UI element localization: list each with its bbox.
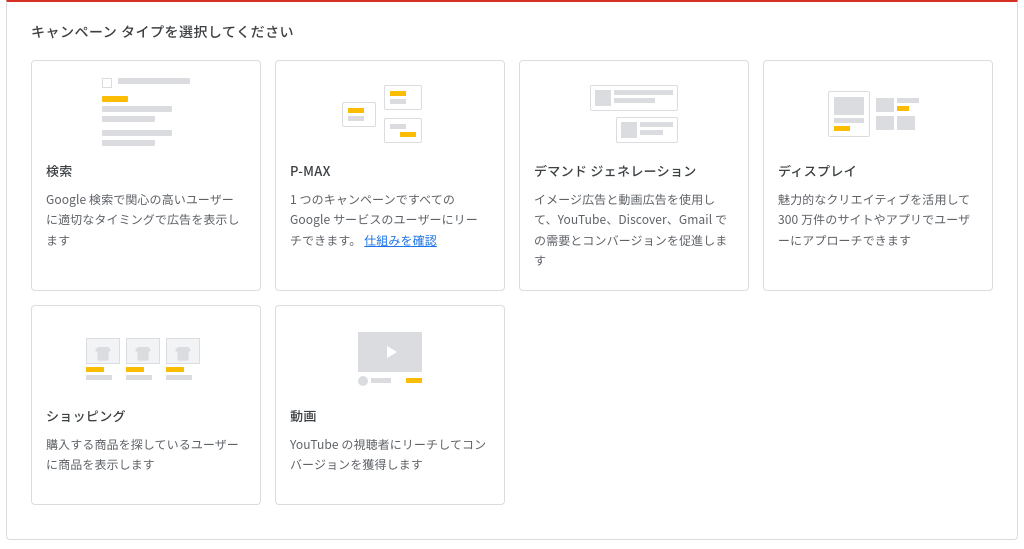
display-icon	[778, 75, 978, 153]
campaign-card-demand-gen[interactable]: デマンド ジェネレーション イメージ広告と動画広告を使用して、YouTube、D…	[519, 60, 749, 291]
card-title: ディスプレイ	[778, 161, 978, 180]
campaign-card-pmax[interactable]: P-MAX 1 つのキャンペーンですべての Google サービスのユーザーにリ…	[275, 60, 505, 291]
card-title: ショッピング	[46, 406, 246, 425]
card-title: 動画	[290, 406, 490, 425]
campaign-card-display[interactable]: ディスプレイ 魅力的なクリエイティブを活用して 300 万件のサイトやアプリでユ…	[763, 60, 993, 291]
card-desc: 1 つのキャンペーンですべての Google サービスのユーザーにリーチできます…	[290, 190, 490, 251]
card-desc: 魅力的なクリエイティブを活用して 300 万件のサイトやアプリでユーザーにアプロ…	[778, 190, 978, 251]
learn-more-link[interactable]: 仕組みを確認	[364, 232, 437, 249]
card-desc: イメージ広告と動画広告を使用して、YouTube、Discover、Gmail …	[534, 190, 734, 272]
shopping-icon	[46, 320, 246, 398]
cards-grid: 検索 Google 検索で関心の高いユーザーに適切なタイミングで広告を表示します…	[7, 60, 1017, 529]
campaign-type-panel: キャンペーン タイプを選択してください 検索 Google 検索で関心の高いユー…	[6, 0, 1018, 540]
search-icon	[46, 75, 246, 153]
campaign-card-shopping[interactable]: ショッピング 購入する商品を探しているユーザーに商品を表示します	[31, 305, 261, 505]
demand-gen-icon	[534, 75, 734, 153]
pmax-icon	[290, 75, 490, 153]
video-icon	[290, 320, 490, 398]
card-desc: YouTube の視聴者にリーチしてコンバージョンを獲得します	[290, 435, 490, 476]
campaign-card-video[interactable]: 動画 YouTube の視聴者にリーチしてコンバージョンを獲得します	[275, 305, 505, 505]
panel-title: キャンペーン タイプを選択してください	[7, 2, 1017, 60]
card-title: P-MAX	[290, 161, 490, 180]
card-desc: 購入する商品を探しているユーザーに商品を表示します	[46, 435, 246, 476]
campaign-card-search[interactable]: 検索 Google 検索で関心の高いユーザーに適切なタイミングで広告を表示します	[31, 60, 261, 291]
card-title: 検索	[46, 161, 246, 180]
card-desc: Google 検索で関心の高いユーザーに適切なタイミングで広告を表示します	[46, 190, 246, 251]
card-title: デマンド ジェネレーション	[534, 161, 734, 180]
